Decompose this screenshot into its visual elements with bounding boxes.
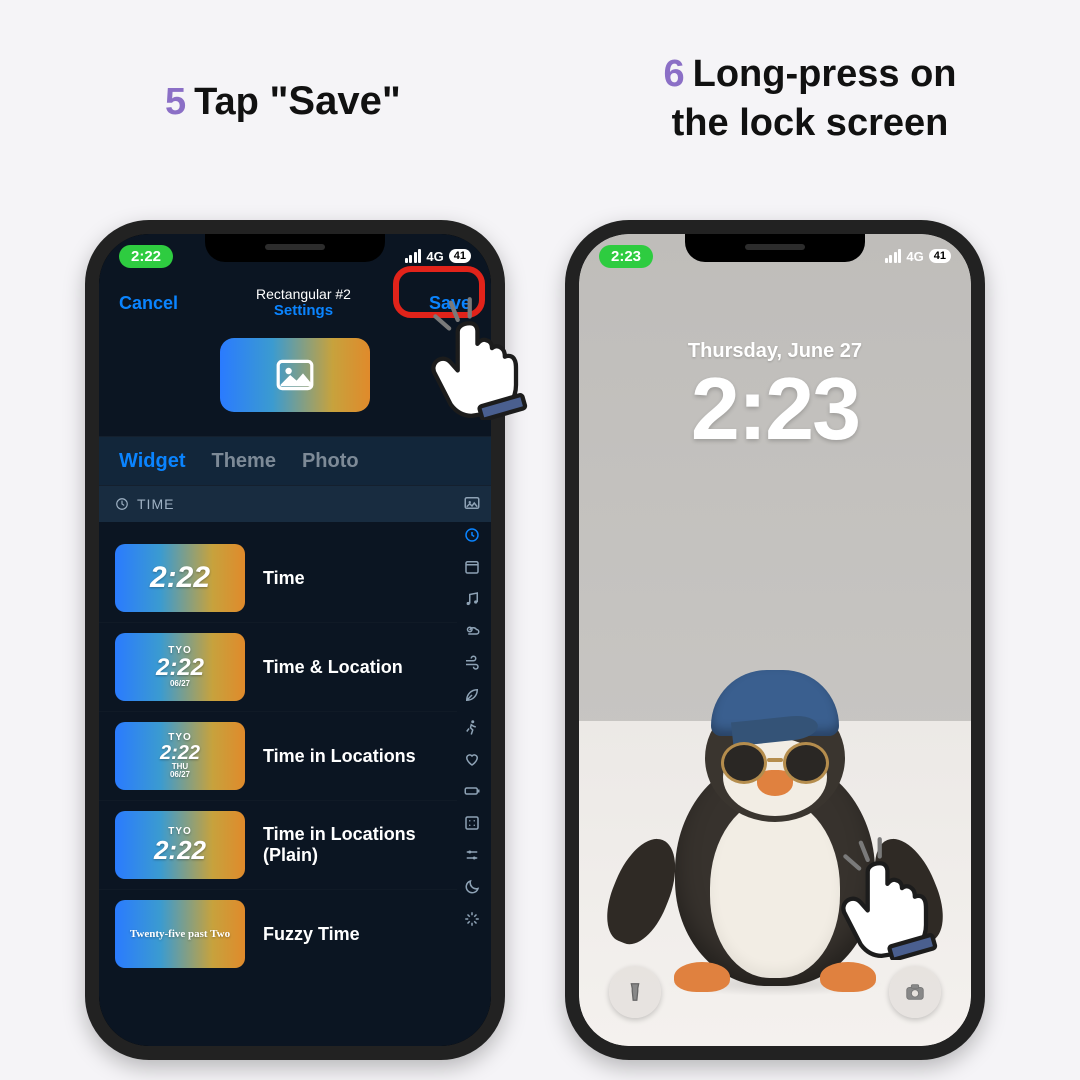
heart-icon[interactable] xyxy=(463,750,481,768)
side-button-power xyxy=(504,454,505,554)
widget-label: Time & Location xyxy=(263,657,403,678)
side-button-silence xyxy=(85,394,86,434)
sparkle-icon[interactable] xyxy=(463,910,481,928)
step6-line1: Long-press on xyxy=(693,53,957,95)
widget-settings-screen: 2:22 4G 41 Cancel Rectangular #2 Setting… xyxy=(99,234,491,1046)
battery-pill: 41 xyxy=(929,249,951,263)
widget-preview-chip xyxy=(220,338,370,412)
widget-label: Time xyxy=(263,568,305,589)
wind-icon[interactable] xyxy=(463,654,481,672)
weather-icon[interactable] xyxy=(463,622,481,640)
clock-icon xyxy=(115,497,129,511)
list-item[interactable]: TYO 2:22 06/27 Time & Location xyxy=(99,623,457,712)
flashlight-button[interactable] xyxy=(609,966,661,1018)
phone-step6: 2:23 4G 41 Thursday, June 27 2:23 xyxy=(565,220,985,1060)
step6-number: 6 xyxy=(663,53,684,95)
side-button-vol-down xyxy=(85,534,86,604)
step5-number: 5 xyxy=(165,81,186,123)
section-header-label: TIME xyxy=(137,496,174,512)
navbar: Cancel Rectangular #2 Settings Save xyxy=(99,276,491,330)
widget-label: Fuzzy Time xyxy=(263,924,360,945)
grid-icon[interactable] xyxy=(463,814,481,832)
clock-icon[interactable] xyxy=(463,526,481,544)
widget-preview[interactable] xyxy=(99,338,491,412)
music-icon[interactable] xyxy=(463,590,481,608)
calendar-icon[interactable] xyxy=(463,558,481,576)
tab-theme[interactable]: Theme xyxy=(211,450,275,473)
widget-chip-fuzzy: Twenty-five past Two xyxy=(115,900,245,968)
moon-icon[interactable] xyxy=(463,878,481,896)
side-button-vol-down xyxy=(565,534,566,604)
widget-label: Time in Locations xyxy=(263,746,416,767)
list-item[interactable]: TYO 2:22 THU 06/27 Time in Locations xyxy=(99,712,457,801)
battery-pill: 41 xyxy=(449,249,471,263)
step5-bold: "Save" xyxy=(269,79,400,123)
phone-step5: 2:22 4G 41 Cancel Rectangular #2 Setting… xyxy=(85,220,505,1060)
category-index-rail[interactable] xyxy=(459,494,485,1026)
lockscreen-time: 2:23 xyxy=(579,358,971,460)
side-button-silence xyxy=(565,394,566,434)
navbar-title: Rectangular #2 xyxy=(256,286,351,302)
network-label: 4G xyxy=(426,249,443,264)
status-time-pill[interactable]: 2:22 xyxy=(119,245,173,268)
camera-button[interactable] xyxy=(889,966,941,1018)
widget-chip-time-locations: TYO 2:22 THU 06/27 xyxy=(115,722,245,790)
lock-screen[interactable]: 2:23 4G 41 Thursday, June 27 2:23 xyxy=(579,234,971,1046)
wallpaper-wall xyxy=(579,234,971,737)
sliders-icon[interactable] xyxy=(463,846,481,864)
wallpaper-subject-penguin xyxy=(640,666,910,986)
side-button-vol-up xyxy=(85,449,86,519)
list-item[interactable]: 2:22 Time xyxy=(99,534,457,623)
section-header-time: TIME xyxy=(99,486,491,522)
cancel-button[interactable]: Cancel xyxy=(119,293,178,314)
walk-icon[interactable] xyxy=(463,718,481,736)
step6-line2: the lock screen xyxy=(672,102,949,144)
photo-icon[interactable] xyxy=(463,494,481,512)
caption-step5: 5Tap "Save" xyxy=(165,75,401,127)
tab-photo[interactable]: Photo xyxy=(302,450,359,473)
signal-icon xyxy=(885,249,902,263)
notch xyxy=(685,234,865,262)
widget-chip-time-locations-plain: TYO 2:22 xyxy=(115,811,245,879)
caption-step6: 6Long-press on the lock screen xyxy=(580,50,1040,149)
widget-label: Time in Locations (Plain) xyxy=(263,824,457,865)
save-button[interactable]: Save xyxy=(429,293,471,314)
side-button-vol-up xyxy=(565,449,566,519)
list-item[interactable]: Twenty-five past Two Fuzzy Time xyxy=(99,890,457,978)
list-item[interactable]: TYO 2:22 Time in Locations (Plain) xyxy=(99,801,457,890)
signal-icon xyxy=(405,249,422,263)
side-button-power xyxy=(984,454,985,554)
navbar-subtitle[interactable]: Settings xyxy=(256,302,351,319)
tab-widget[interactable]: Widget xyxy=(119,450,185,473)
widget-chip-time: 2:22 xyxy=(115,544,245,612)
status-time-pill[interactable]: 2:23 xyxy=(599,245,653,268)
image-icon xyxy=(275,359,315,391)
step5-pre: Tap xyxy=(194,81,269,123)
notch xyxy=(205,234,385,262)
network-label: 4G xyxy=(906,249,923,264)
navbar-title-group: Rectangular #2 Settings xyxy=(256,286,351,319)
leaf-icon[interactable] xyxy=(463,686,481,704)
editor-tabs: Widget Theme Photo xyxy=(99,436,491,486)
battery-icon[interactable] xyxy=(463,782,481,800)
widget-list[interactable]: 2:22 Time TYO 2:22 06/27 Time & Location… xyxy=(99,534,457,1046)
widget-chip-time-location: TYO 2:22 06/27 xyxy=(115,633,245,701)
